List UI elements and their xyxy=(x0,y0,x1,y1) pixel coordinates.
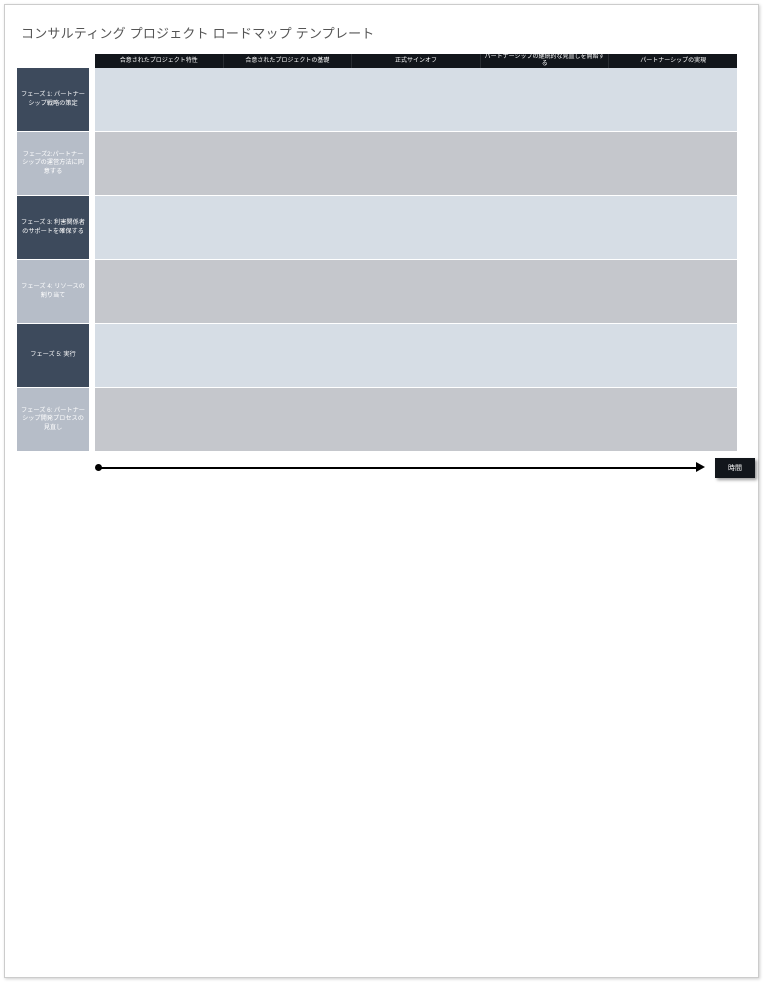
timeline-label: 時間 xyxy=(715,458,755,478)
column-header-4: パートナーシップの継続的な見直しを開始する xyxy=(481,54,610,68)
page-title: コンサルティング プロジェクト ロードマップ テンプレート xyxy=(21,23,748,42)
column-header-5: パートナーシップの実現 xyxy=(609,54,737,68)
phase-column: フェーズ 1: パートナーシップ戦略の策定 フェーズ2:パートナーシップの運営方… xyxy=(17,54,89,452)
phase-4: フェーズ 4: リソースの割り当て xyxy=(17,260,89,323)
grid-row-4 xyxy=(95,260,737,323)
timeline: 時間 xyxy=(95,456,755,478)
stage-columns: 合意されたプロジェクト特性 合意されたプロジェクトの基礎 正式サインオフ パート… xyxy=(95,54,737,452)
column-header-2: 合意されたプロジェクトの基礎 xyxy=(224,54,353,68)
phase-1: フェーズ 1: パートナーシップ戦略の策定 xyxy=(17,68,89,131)
grid-row-5 xyxy=(95,324,737,387)
phase-3: フェーズ 3: 利害関係者のサポートを確保する xyxy=(17,196,89,259)
roadmap-grid: フェーズ 1: パートナーシップ戦略の策定 フェーズ2:パートナーシップの運営方… xyxy=(17,54,737,478)
phase-6: フェーズ 6: パートナーシップ開発プロセスの見直し xyxy=(17,388,89,451)
arrow-right-icon xyxy=(696,462,705,472)
grid-row-6 xyxy=(95,388,737,451)
column-header-1: 合意されたプロジェクト特性 xyxy=(95,54,224,68)
column-header-3: 正式サインオフ xyxy=(352,54,481,68)
phase-5: フェーズ 5: 実行 xyxy=(17,324,89,387)
column-header-row: 合意されたプロジェクト特性 合意されたプロジェクトの基礎 正式サインオフ パート… xyxy=(95,54,737,68)
phase-2: フェーズ2:パートナーシップの運営方法に同意する xyxy=(17,132,89,195)
timeline-line xyxy=(100,467,699,469)
grid-row-1 xyxy=(95,68,737,131)
grid-row-2 xyxy=(95,132,737,195)
grid-row-3 xyxy=(95,196,737,259)
document-page: コンサルティング プロジェクト ロードマップ テンプレート フェーズ 1: パー… xyxy=(4,4,759,978)
